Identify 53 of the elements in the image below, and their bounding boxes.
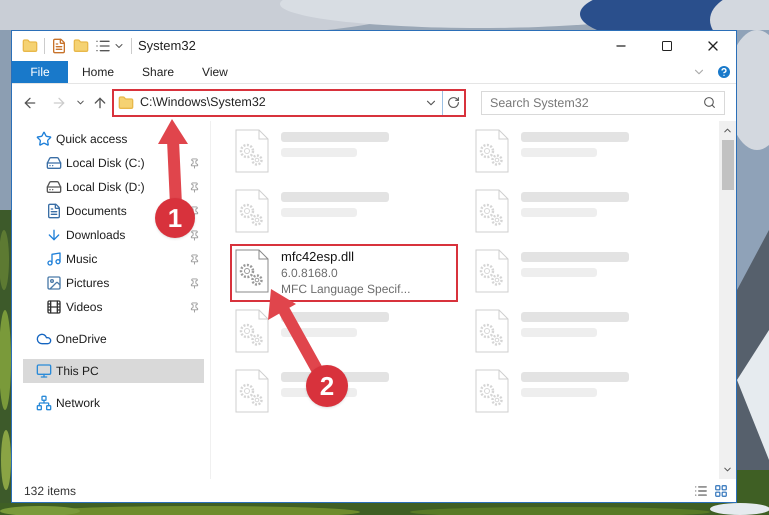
- sidebar-item[interactable]: Local Disk (C:): [46, 151, 145, 175]
- pin-icon[interactable]: [189, 158, 200, 168]
- sidebar-item[interactable]: Downloads: [46, 223, 126, 247]
- monitor-icon: [36, 363, 52, 379]
- sidebar-item[interactable]: Music: [46, 247, 98, 271]
- item-count: 132 items: [24, 482, 76, 500]
- file-name: mfc42esp.dll: [281, 249, 355, 265]
- search-field[interactable]: Search System32: [481, 90, 725, 114]
- drive-icon: [46, 155, 62, 171]
- sidebar-item[interactable]: This PC: [23, 359, 204, 383]
- window-title: System32: [138, 37, 196, 56]
- ribbon-tab[interactable]: View: [188, 61, 242, 83]
- folder-icon: [118, 94, 134, 110]
- ribbon-tab[interactable]: File: [12, 61, 68, 83]
- pin-icon[interactable]: [189, 182, 200, 192]
- document-icon: [46, 203, 62, 219]
- film-icon: [46, 299, 62, 315]
- pin-icon[interactable]: [189, 230, 200, 240]
- file-tile[interactable]: mfc42esp.dll 6.0.8168.0 MFC Language Specif...: [230, 244, 458, 302]
- scrollbar[interactable]: [719, 121, 736, 479]
- pin-icon[interactable]: [189, 254, 200, 264]
- star-icon: [36, 131, 52, 147]
- pin-icon[interactable]: [189, 302, 200, 312]
- picture-icon: [46, 275, 62, 291]
- sidebar-item[interactable]: OneDrive: [36, 327, 107, 351]
- view-list-icon[interactable]: [95, 38, 111, 54]
- pin-icon[interactable]: [189, 278, 200, 288]
- maximize-icon[interactable]: [661, 40, 673, 52]
- file-detail: 6.0.8168.0: [281, 265, 339, 281]
- sidebar-item[interactable]: Quick access: [36, 127, 128, 151]
- sidebar-item[interactable]: Pictures: [46, 271, 110, 295]
- network-icon: [36, 395, 52, 411]
- drive-icon: [46, 179, 62, 195]
- up-icon[interactable]: [92, 94, 108, 110]
- address-bar[interactable]: C:\Windows\System32: [112, 88, 466, 116]
- back-icon[interactable]: [22, 94, 38, 110]
- large-icons-view-icon[interactable]: [714, 484, 728, 498]
- music-note-icon: [46, 251, 62, 267]
- sidebar-item[interactable]: Network: [36, 391, 100, 415]
- ribbon-tab[interactable]: Share: [128, 61, 188, 83]
- sidebar-item[interactable]: Videos: [46, 295, 102, 319]
- refresh-icon[interactable]: [447, 96, 460, 109]
- scrollbar-thumb[interactable]: [722, 140, 734, 190]
- properties-icon[interactable]: [51, 38, 67, 54]
- help-icon[interactable]: [716, 64, 732, 80]
- cloud-icon: [36, 331, 52, 347]
- ribbon-tab[interactable]: Home: [68, 61, 128, 83]
- address-path: C:\Windows\System32: [140, 94, 266, 112]
- file-detail: MFC Language Specif...: [281, 281, 410, 297]
- sidebar-item[interactable]: Local Disk (D:): [46, 175, 145, 199]
- search-icon[interactable]: [703, 96, 716, 108]
- details-view-icon[interactable]: [694, 484, 708, 498]
- sidebar-item[interactable]: Documents: [46, 199, 127, 223]
